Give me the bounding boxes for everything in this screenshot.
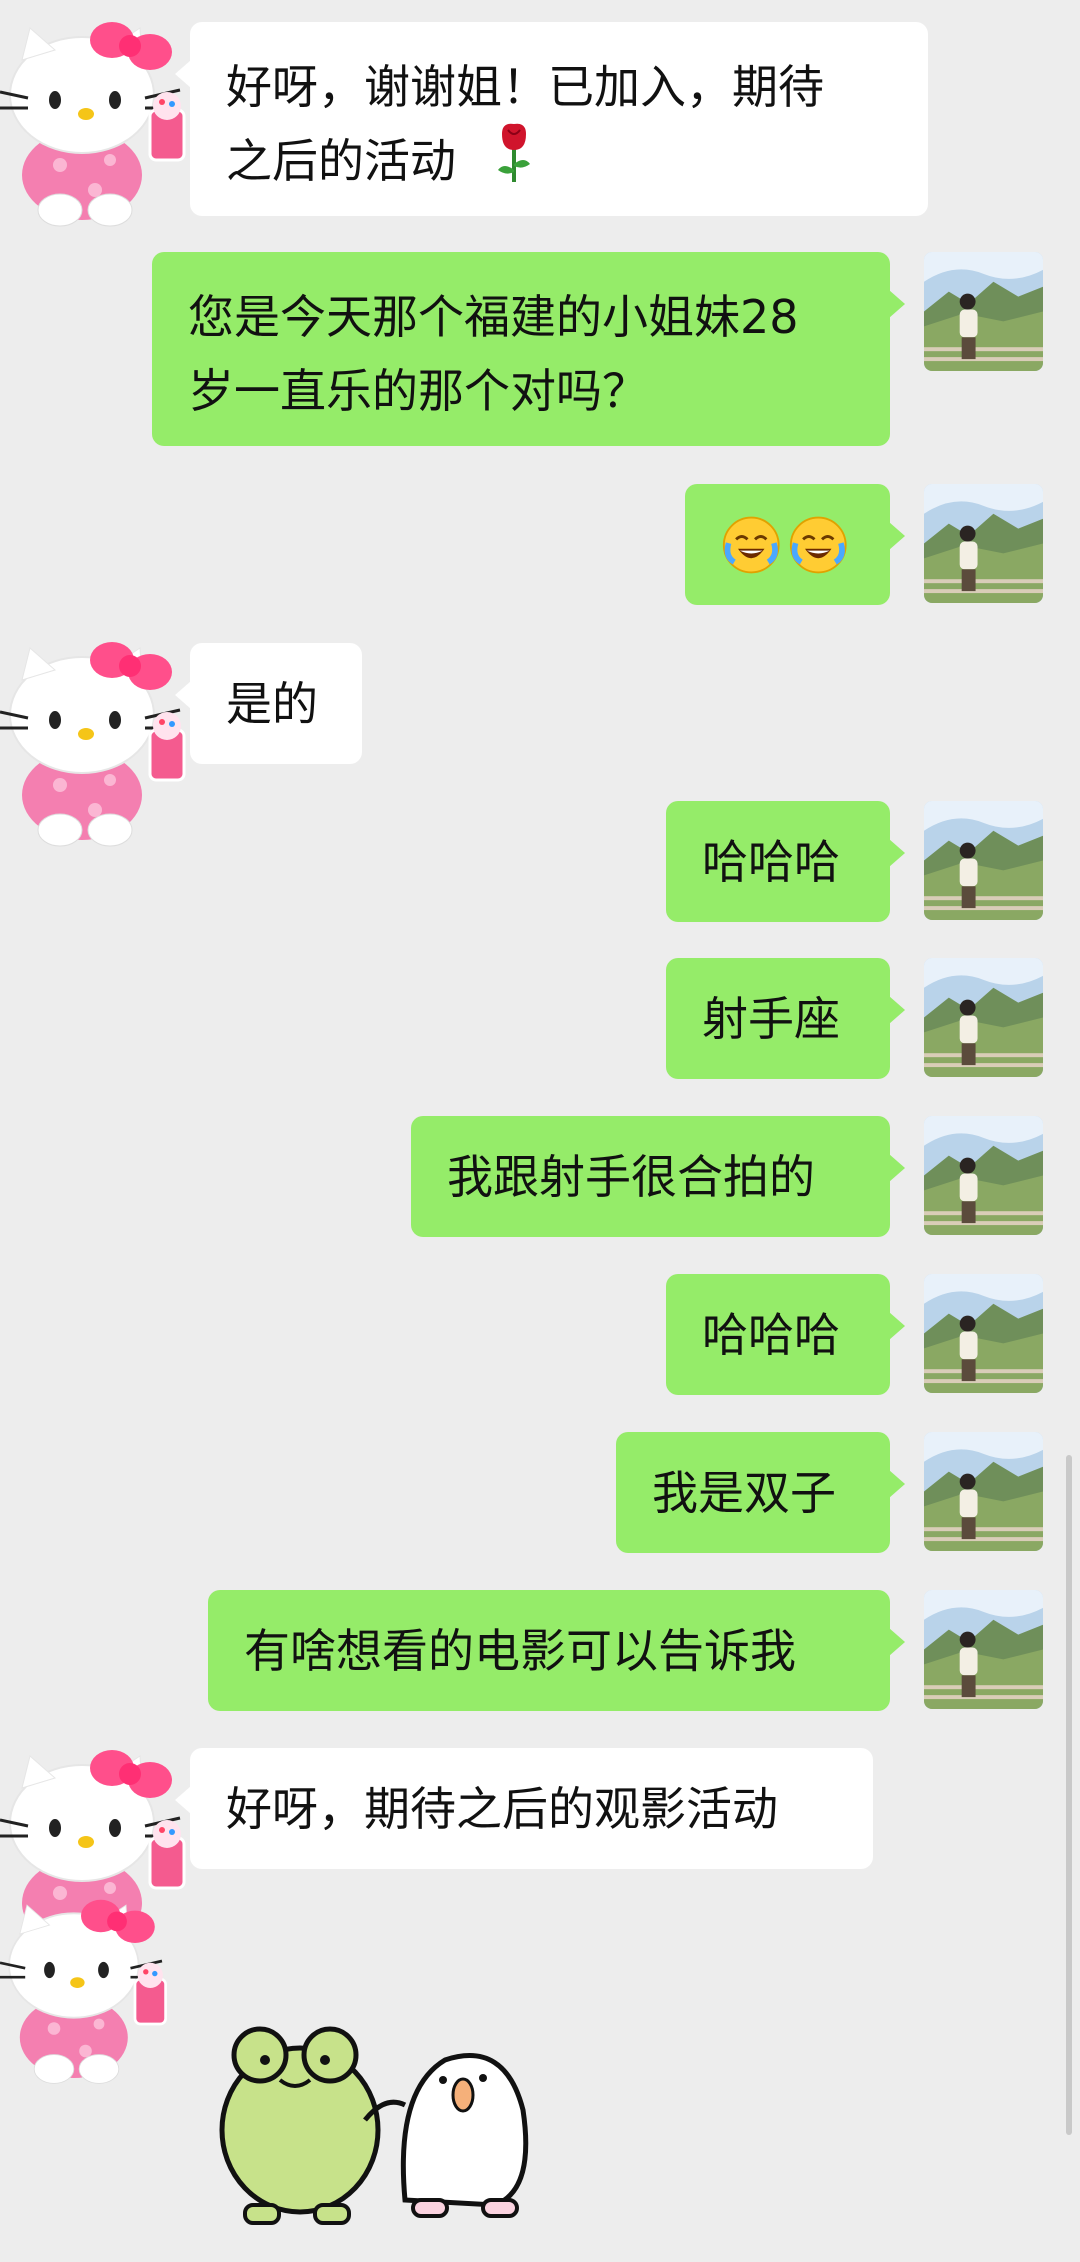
my-avatar[interactable] [924, 484, 1043, 603]
message-text: 哈哈哈 [702, 834, 840, 889]
message-text: 是的 [226, 676, 318, 731]
message-bubble-incoming[interactable]: 好呀，谢谢姐！已加入，期待 之后的活动 [175, 22, 928, 216]
chat-area[interactable]: 好呀，谢谢姐！已加入，期待 之后的活动 您是今天那个福建的小姐妹28 岁一直乐的… [0, 0, 1080, 2262]
message-text: 射手座 [702, 991, 840, 1046]
message-bubble-outgoing[interactable] [685, 484, 905, 605]
message-bubble-outgoing[interactable]: 您是今天那个福建的小姐妹28 岁一直乐的那个对吗？ [152, 252, 905, 446]
frog-and-duck-sticker-icon[interactable] [205, 2000, 545, 2240]
hello-kitty-avatar-icon [0, 1880, 180, 2087]
hello-kitty-avatar-icon [0, 620, 200, 850]
contact-avatar[interactable] [0, 0, 200, 230]
face-with-tears-of-joy-icon [788, 513, 849, 577]
profile-photo-icon [924, 1116, 1043, 1235]
my-avatar[interactable] [924, 958, 1043, 1077]
profile-photo-icon [924, 252, 1043, 371]
hello-kitty-avatar-icon [0, 0, 200, 230]
message-text: 我跟射手很合拍的 [447, 1149, 815, 1204]
profile-photo-icon [924, 801, 1043, 920]
contact-avatar[interactable] [0, 1880, 180, 2087]
message-text: 哈哈哈 [702, 1307, 840, 1362]
message-text: 我是双子 [652, 1465, 836, 1520]
contact-avatar[interactable] [0, 620, 200, 850]
message-bubble-outgoing[interactable]: 哈哈哈 [666, 801, 905, 922]
message-bubble-outgoing[interactable]: 哈哈哈 [666, 1274, 905, 1395]
scrollbar[interactable] [1066, 1455, 1072, 2135]
my-avatar[interactable] [924, 252, 1043, 371]
my-avatar[interactable] [924, 1432, 1043, 1551]
profile-photo-icon [924, 1590, 1043, 1709]
message-bubble-incoming[interactable]: 是的 [175, 643, 362, 764]
message-bubble-outgoing[interactable]: 有啥想看的电影可以告诉我 [208, 1590, 905, 1711]
message-text: 好呀，期待之后的观影活动 [226, 1781, 778, 1836]
my-avatar[interactable] [924, 1274, 1043, 1393]
message-text: 您是今天那个福建的小姐妹28 岁一直乐的那个对吗？ [188, 290, 799, 418]
profile-photo-icon [924, 958, 1043, 1077]
rose-emoji-icon [494, 120, 534, 184]
message-bubble-outgoing[interactable]: 射手座 [666, 958, 905, 1079]
face-with-tears-of-joy-icon [721, 513, 782, 577]
profile-photo-icon [924, 1432, 1043, 1551]
my-avatar[interactable] [924, 1116, 1043, 1235]
my-avatar[interactable] [924, 1590, 1043, 1709]
message-bubble-outgoing[interactable]: 我是双子 [616, 1432, 905, 1553]
message-bubble-incoming[interactable]: 好呀，期待之后的观影活动 [175, 1748, 873, 1869]
message-text: 有啥想看的电影可以告诉我 [244, 1623, 796, 1678]
my-avatar[interactable] [924, 801, 1043, 920]
profile-photo-icon [924, 484, 1043, 603]
message-bubble-outgoing[interactable]: 我跟射手很合拍的 [411, 1116, 905, 1237]
profile-photo-icon [924, 1274, 1043, 1393]
